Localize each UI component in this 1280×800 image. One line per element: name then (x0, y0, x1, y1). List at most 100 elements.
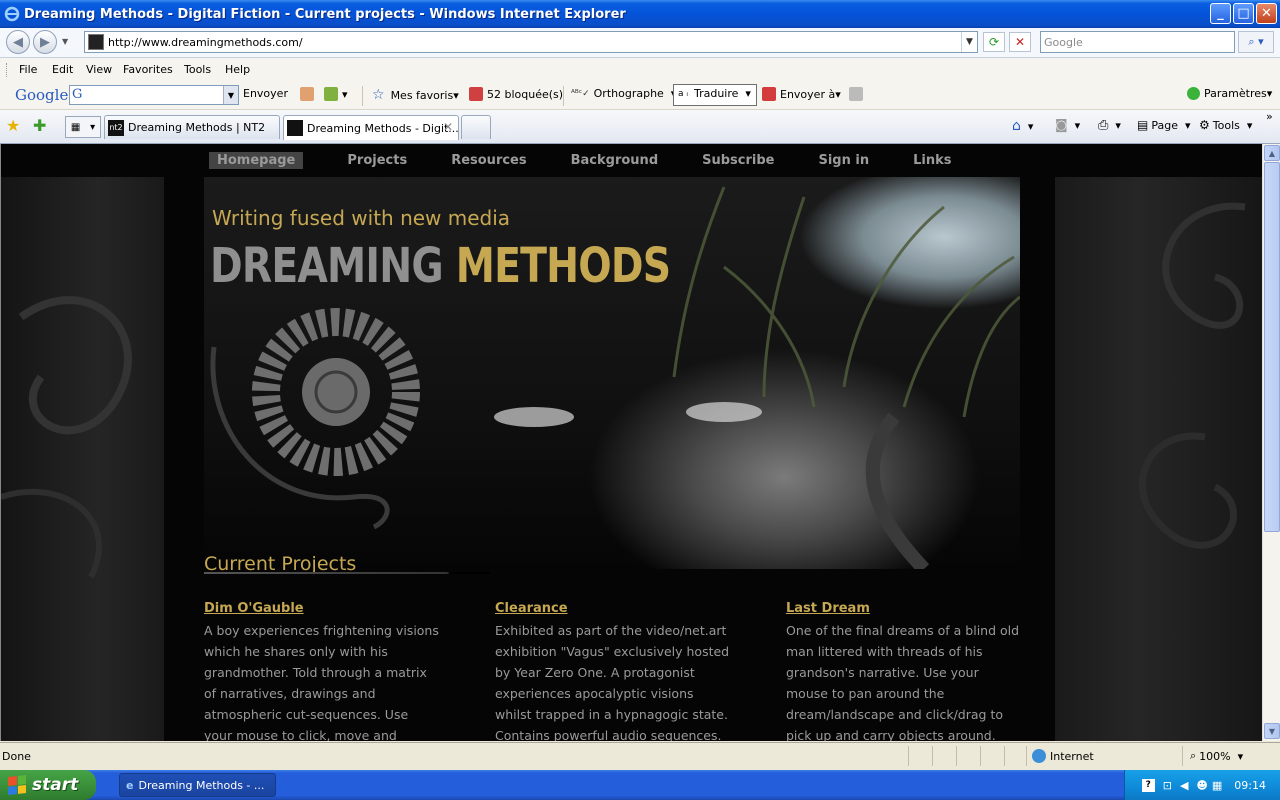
project-link-clearance[interactable]: Clearance (495, 601, 730, 616)
parametres-label: Paramètres (1204, 87, 1267, 100)
site-logo[interactable]: DREAMING METHODS (210, 238, 671, 294)
back-arrow-icon: ◀ (13, 34, 23, 50)
start-label: start (32, 775, 79, 795)
gear-icon: ⚙ (1199, 118, 1210, 132)
stop-button[interactable]: ✕ (1009, 32, 1031, 52)
start-button[interactable]: start (0, 770, 96, 800)
close-button[interactable]: ✕ (1256, 3, 1277, 24)
clock: 09:14 (1234, 778, 1266, 792)
print-button[interactable]: ⎙ ▾ (1098, 118, 1121, 133)
nav-resources[interactable]: Resources (451, 153, 526, 168)
popup-blocked-label: 52 bloquée(s) (487, 87, 564, 101)
google-envoyer-label: Envoyer (243, 87, 288, 100)
nav-subscribe[interactable]: Subscribe (702, 153, 774, 168)
toolbar-separator (563, 86, 564, 106)
forward-button[interactable]: ▶ (33, 30, 57, 54)
puzzle-tool-button[interactable]: ▾ (324, 87, 348, 101)
project-link-dim-ogauble[interactable]: Dim O'Gauble (204, 601, 439, 616)
taskbar-item-label: Dreaming Methods - ... (138, 778, 265, 792)
scroll-thumb[interactable] (1264, 162, 1280, 532)
site-nav: Homepage Projects Resources Background S… (204, 144, 996, 176)
taskbar-item-ie[interactable]: e Dreaming Methods - ... (119, 773, 276, 797)
favoris-button[interactable]: ☆ Mes favoris ▾ (372, 87, 459, 103)
zoom-level-button[interactable]: ⌕ 100% ▾ (1190, 749, 1243, 763)
new-tab-button[interactable] (461, 115, 491, 139)
menu-file[interactable]: File (19, 63, 37, 76)
flower-graphic (252, 308, 420, 476)
vertical-scrollbar[interactable]: ▲ ▼ (1262, 144, 1280, 741)
parametres-button[interactable]: Paramètres ▾ (1187, 87, 1272, 100)
menu-edit[interactable]: Edit (52, 63, 73, 76)
tools-menu-button[interactable]: ⚙ Tools ▾ (1199, 118, 1252, 132)
menu-favorites[interactable]: Favorites (123, 63, 173, 76)
minimize-button[interactable]: _ (1210, 3, 1231, 24)
history-dropdown-icon[interactable]: ▼ (62, 37, 68, 46)
tab-dreaming-methods-nt2[interactable]: nt2 Dreaming Methods | NT2 (104, 115, 280, 139)
tab-list-dropdown-icon: ▾ (90, 121, 96, 133)
scroll-up-button[interactable]: ▲ (1264, 145, 1280, 161)
home-button[interactable]: ⌂ ▾ (1012, 118, 1033, 134)
feeds-button[interactable]: ◙ ▾ (1055, 118, 1080, 133)
translate-icon: a ᵢ (678, 88, 688, 99)
home-icon: ⌂ (1012, 118, 1021, 134)
search-input[interactable]: Google (1040, 31, 1235, 53)
back-button[interactable]: ◀ (6, 30, 30, 54)
google-envoyer-button[interactable]: Envoyer (243, 87, 288, 100)
nav-background[interactable]: Background (571, 153, 659, 168)
highlighter-button[interactable] (849, 87, 867, 101)
swirl-ornament-left (1, 296, 132, 579)
project-description: A boy experiences frightening visions wh… (204, 623, 439, 741)
flag-tray-icon[interactable]: ▦ (1212, 779, 1222, 792)
nav-links[interactable]: Links (913, 153, 951, 168)
address-field[interactable]: http://www.dreamingmethods.com/ ▼ (84, 31, 978, 53)
close-tab-icon[interactable]: ✕ (443, 120, 453, 134)
scroll-down-button[interactable]: ▼ (1264, 723, 1280, 739)
menu-tools[interactable]: Tools (184, 63, 211, 76)
google-logo[interactable]: Google (15, 86, 68, 104)
windows-flag-icon (8, 775, 26, 795)
refresh-button[interactable]: ⟳ (983, 32, 1005, 52)
traduire-inner: a ᵢ Traduire ▾ (678, 87, 751, 100)
security-zone[interactable]: Internet (1032, 749, 1094, 763)
google-dropdown-icon[interactable]: ▼ (223, 86, 238, 104)
network-icon[interactable]: ⊡ (1163, 779, 1172, 792)
envoyer-a-button[interactable]: Envoyer à ▾ (762, 87, 841, 101)
users-icon[interactable]: ☻ (1196, 779, 1207, 792)
orthographe-button[interactable]: ᴬᴮᶜ✓ Orthographe ▾ (571, 87, 676, 100)
right-decorative-panel (1055, 177, 1262, 741)
address-url[interactable]: http://www.dreamingmethods.com/ (108, 36, 303, 49)
nav-sign-in[interactable]: Sign in (818, 153, 869, 168)
highlighter-icon (849, 87, 863, 101)
printer-icon: ⎙ (1098, 118, 1109, 133)
bookmark-tool-button[interactable] (300, 87, 318, 101)
back-arrow-tray-icon[interactable]: ◀ (1180, 779, 1188, 792)
popup-blocker-button[interactable]: 52 bloquée(s) (469, 87, 563, 101)
status-divider (908, 746, 909, 766)
page-menu-button[interactable]: ▤ Page ▾ (1137, 118, 1191, 132)
menu-help[interactable]: Help (225, 63, 250, 76)
maximize-button[interactable]: □ (1233, 3, 1254, 24)
help-icon[interactable]: ? (1141, 778, 1155, 792)
tab-dreaming-methods-digital[interactable]: Dreaming Methods - Digit... ✕ (283, 115, 459, 140)
system-tray: ? ⊡ ◀ ☻ ▦ 09:14 (1124, 770, 1280, 800)
menu-view[interactable]: View (86, 63, 112, 76)
project-description: Exhibited as part of the video/net.art e… (495, 623, 730, 741)
quick-tabs-button[interactable]: ▦ ▾ (65, 116, 101, 138)
menu-bar: File Edit View Favorites Tools Help (0, 58, 1280, 82)
favoris-label: Mes favoris (390, 88, 454, 102)
windows-taskbar: start e Dreaming Methods - ... ? ⊡ ◀ ☻ ▦… (0, 770, 1280, 800)
popup-blocked-icon (469, 87, 483, 101)
project-link-last-dream[interactable]: Last Dream (786, 601, 1021, 616)
google-search-select[interactable]: G ▼ (69, 85, 239, 105)
project-card: Dim O'Gauble A boy experiences frighteni… (204, 601, 439, 741)
status-text: Done (2, 750, 31, 763)
address-dropdown-icon[interactable]: ▼ (961, 32, 977, 52)
chevron-more-icon[interactable]: » (1266, 110, 1273, 123)
add-favorite-icon[interactable]: ✚ (33, 116, 46, 135)
favorites-star-icon[interactable]: ★ (6, 116, 20, 135)
nav-homepage[interactable]: Homepage (209, 151, 304, 169)
status-divider (980, 746, 981, 766)
refresh-icon: ⟳ (988, 35, 1000, 49)
search-button[interactable]: ⌕ ▾ (1238, 31, 1274, 53)
nav-projects[interactable]: Projects (347, 153, 407, 168)
